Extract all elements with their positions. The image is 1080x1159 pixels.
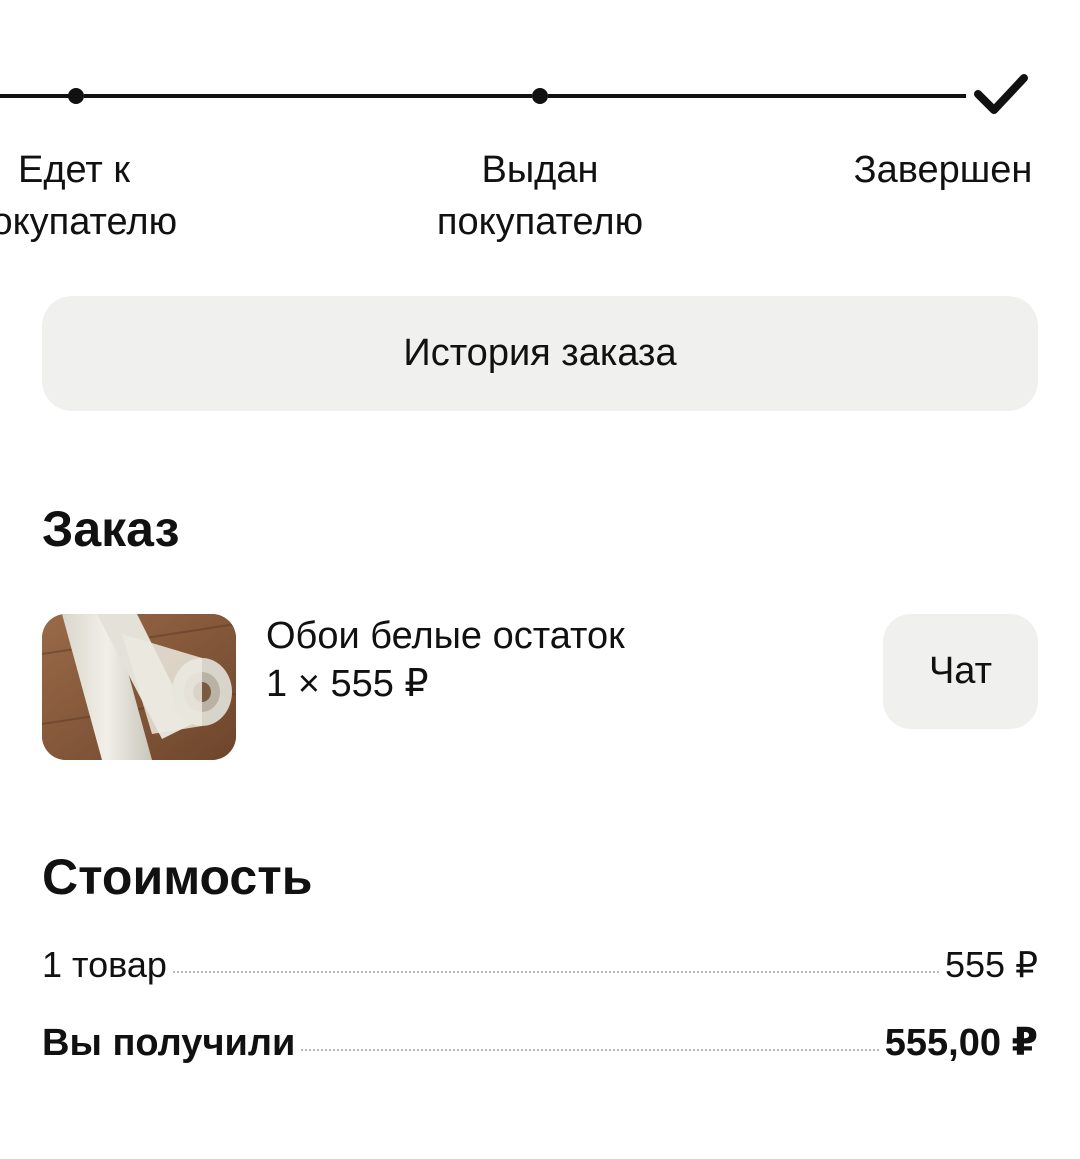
cost-row-label: 1 товар <box>42 944 167 985</box>
chat-button[interactable]: Чат <box>883 614 1038 729</box>
cost-section-title: Стоимость <box>42 849 313 905</box>
progress-line-segment <box>548 94 966 98</box>
cost-row-value: 555,00 ₽ <box>884 1022 1038 1064</box>
product-name[interactable]: Обои белые остаток <box>266 612 625 660</box>
cost-row-value: 555 ₽ <box>945 944 1038 985</box>
chat-button-label: Чат <box>928 650 993 692</box>
progress-line-segment <box>0 94 70 98</box>
product-quantity-price: 1 × 555 ₽ <box>266 663 429 705</box>
order-progress-tracker: Едет к покупателю Выдан покупателю Завер… <box>0 0 1080 260</box>
check-icon <box>974 74 1028 114</box>
cost-row-items: 1 товар 555 ₽ <box>42 944 1038 986</box>
step-label-on-the-way: Едет к покупателю <box>0 149 178 243</box>
step-label-delivered: Выдан покупателю <box>436 149 644 243</box>
step-label-completed: Завершен <box>853 149 1033 191</box>
progress-step-dot <box>532 88 548 104</box>
dotted-leader <box>172 971 940 973</box>
wallpaper-roll-image <box>42 614 236 760</box>
cost-row-label: Вы получили <box>42 1022 296 1064</box>
order-history-label: История заказа <box>403 332 677 374</box>
product-thumbnail[interactable] <box>42 614 236 760</box>
progress-line-segment <box>84 94 532 98</box>
cost-row-total-received: Вы получили 555,00 ₽ <box>42 1020 1038 1065</box>
order-history-button[interactable]: История заказа <box>42 296 1038 411</box>
order-section-title: Заказ <box>42 501 180 557</box>
dotted-leader <box>301 1049 879 1051</box>
progress-step-dot <box>68 88 84 104</box>
